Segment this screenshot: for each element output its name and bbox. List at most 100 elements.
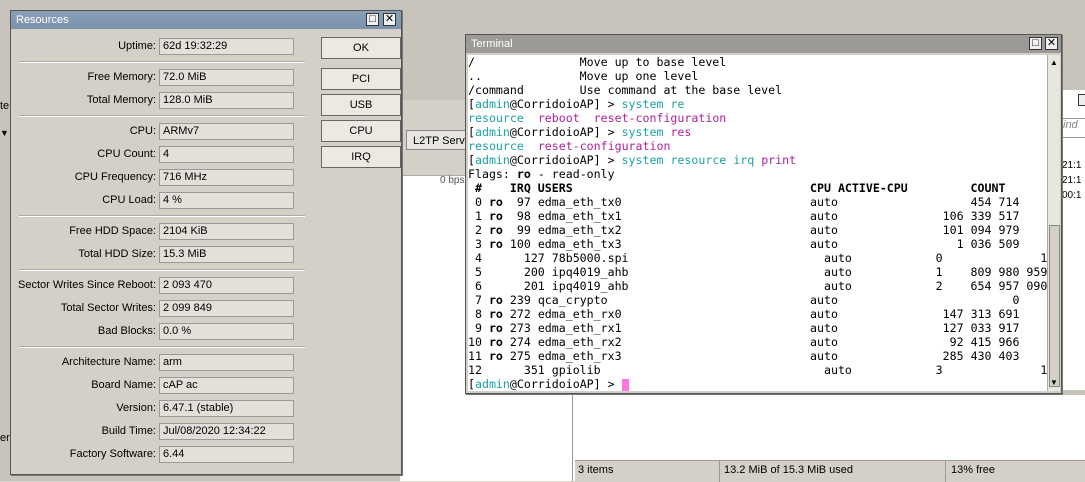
terminal-window: Terminal □ ✕ / Move up to base level.. M… (465, 34, 1062, 394)
scroll-up-icon[interactable]: ▲ (1048, 57, 1060, 69)
field-label: CPU Count: (97, 148, 156, 160)
field-label: Free Memory: (87, 71, 156, 83)
terminal-text: 4 127 78b5000.spi auto 0 1 (468, 251, 1047, 265)
terminal-line: 9 ro 273 edma_eth_rx1 auto 127 033 917 (468, 321, 1047, 335)
field-value: 62d 19:32:29 (159, 38, 294, 55)
terminal-text: ro (488, 293, 503, 307)
field-value: 2 099 849 (159, 300, 294, 317)
field-value: 716 MHz (159, 169, 294, 186)
terminal-line: [admin@CorridoioAP] > system resource ir… (468, 153, 1047, 167)
resources-title-bar[interactable]: Resources (11, 11, 401, 29)
usb-button[interactable]: USB (321, 94, 401, 116)
terminal-text: 5 200 ipq4019_ahb auto 1 809 980 959 (468, 265, 1047, 279)
field-label: CPU Load: (102, 194, 156, 206)
terminal-text: ro (488, 209, 503, 223)
terminal-line: 2 ro 99 edma_eth_tx2 auto 101 094 979 (468, 223, 1047, 237)
field-label: CPU: (129, 125, 156, 137)
terminal-text: reset-configuration (537, 139, 671, 153)
terminal-text: 100 edma_eth_tx3 auto 1 036 509 (502, 237, 1020, 251)
terminal-text: /command Use command at the base level (468, 83, 783, 97)
field-value: 4 (159, 146, 294, 163)
field-value: ARMv7 (159, 123, 294, 140)
cpu-button[interactable]: CPU (321, 120, 401, 142)
terminal-line: 4 127 78b5000.spi auto 0 1 (468, 251, 1047, 265)
field-label: Total Sector Writes: (60, 302, 156, 314)
terminal-text: .. Move up one level (468, 69, 699, 83)
terminal-line: 11 ro 275 edma_eth_rx3 auto 285 430 403 (468, 349, 1047, 363)
field-label: Free HDD Space: (69, 225, 156, 237)
field-value: 128.0 MiB (159, 92, 294, 109)
separator (19, 269, 305, 271)
field-value: 2104 KiB (159, 223, 294, 240)
find-input[interactable]: ind (1062, 118, 1085, 138)
field-label: Bad Blocks: (97, 325, 156, 337)
terminal-text: 3 (468, 237, 489, 251)
irq-button[interactable]: IRQ (321, 146, 401, 168)
terminal-text: 0 (468, 195, 489, 209)
terminal-text: ro (488, 237, 503, 251)
terminal-line: 1 ro 98 edma_eth_tx1 auto 106 339 517 (468, 209, 1047, 223)
maximize-icon[interactable]: □ (1029, 37, 1042, 50)
terminal-text: resource (468, 111, 538, 125)
terminal-text: reboot reset-configuration (537, 111, 727, 125)
terminal-line: [admin@CorridoioAP] > system re (468, 97, 1047, 111)
close-icon[interactable]: ✕ (1045, 37, 1058, 50)
field-label: Version: (116, 402, 156, 414)
terminal-text: 2 (468, 223, 489, 237)
field-value: 6.47.1 (stable) (159, 400, 294, 417)
right-time-1: 21:1 (1062, 160, 1082, 171)
terminal-text: 275 edma_eth_rx3 auto 285 430 403 (502, 349, 1020, 363)
field-label: Architecture Name: (61, 356, 156, 368)
terminal-text: Flags: (468, 167, 517, 181)
terminal-line: # IRQ USERS CPU ACTIVE-CPU COUNT (468, 181, 1047, 195)
terminal-text: res (670, 125, 692, 139)
terminal-text: 273 edma_eth_rx1 auto 127 033 917 (502, 321, 1020, 335)
field-label: Sector Writes Since Reboot: (18, 279, 156, 291)
terminal-line: [admin@CorridoioAP] > (468, 377, 1047, 391)
terminal-text: [ (468, 97, 475, 111)
terminal-title-bar[interactable]: Terminal (466, 35, 1061, 53)
separator (19, 346, 305, 348)
terminal-text: system re (621, 97, 685, 111)
terminal-line: 6 201 ipq4019_ahb auto 2 654 957 090 (468, 279, 1047, 293)
status-used: 13.2 MiB of 15.3 MiB used (724, 464, 854, 476)
terminal-line: 0 ro 97 edma_eth_tx0 auto 454 714 (468, 195, 1047, 209)
maximize-icon[interactable]: □ (366, 13, 379, 26)
left-edge-label-bottom: er (0, 432, 10, 444)
field-label: Build Time: (101, 425, 156, 437)
scroll-thumb[interactable] (1049, 225, 1060, 387)
pci-button[interactable]: PCI (321, 68, 401, 90)
terminal-text: 1 (468, 209, 489, 223)
separator (19, 215, 305, 217)
terminal-text: 97 edma_eth_tx0 auto 454 714 (502, 195, 1020, 209)
terminal-line: 10 ro 274 edma_eth_rx2 auto 92 415 966 (468, 335, 1047, 349)
terminal-text: 239 qca_crypto auto 0 (502, 293, 1020, 307)
field-label: Board Name: (91, 379, 156, 391)
terminal-text: [ (468, 377, 475, 391)
terminal-text: 7 (468, 293, 489, 307)
terminal-text: admin (474, 377, 510, 391)
background-window-button[interactable] (1078, 94, 1085, 106)
terminal-line: resource reset-configuration (468, 139, 1047, 153)
scroll-down-icon[interactable]: ▼ (1048, 377, 1060, 389)
field-value: arm (159, 354, 294, 371)
terminal-text: 9 (468, 321, 489, 335)
terminal-text: ro (488, 307, 503, 321)
terminal-line: / Move up to base level (468, 55, 1047, 69)
terminal-text: print (761, 153, 797, 167)
terminal-text: admin (474, 97, 510, 111)
terminal-text: / Move up to base level (468, 55, 727, 69)
ok-button[interactable]: OK (321, 37, 401, 59)
terminal-line: Flags: ro - read-only (468, 167, 1047, 181)
l2tp-server-button[interactable]: L2TP Serv (406, 130, 472, 150)
separator (19, 115, 305, 117)
close-icon[interactable]: ✕ (383, 13, 396, 26)
terminal-text: ro (488, 335, 503, 349)
terminal-text: system resource irq (621, 153, 762, 167)
terminal-text: 12 351 gpiolib auto 3 1 (468, 363, 1047, 377)
field-value: 0.0 % (159, 323, 294, 340)
terminal-scrollbar[interactable]: ▲ ▼ (1047, 55, 1060, 391)
terminal-output[interactable]: / Move up to base level.. Move up one le… (468, 55, 1047, 391)
field-value: cAP ac (159, 377, 294, 394)
terminal-line: 12 351 gpiolib auto 3 1 (468, 363, 1047, 377)
